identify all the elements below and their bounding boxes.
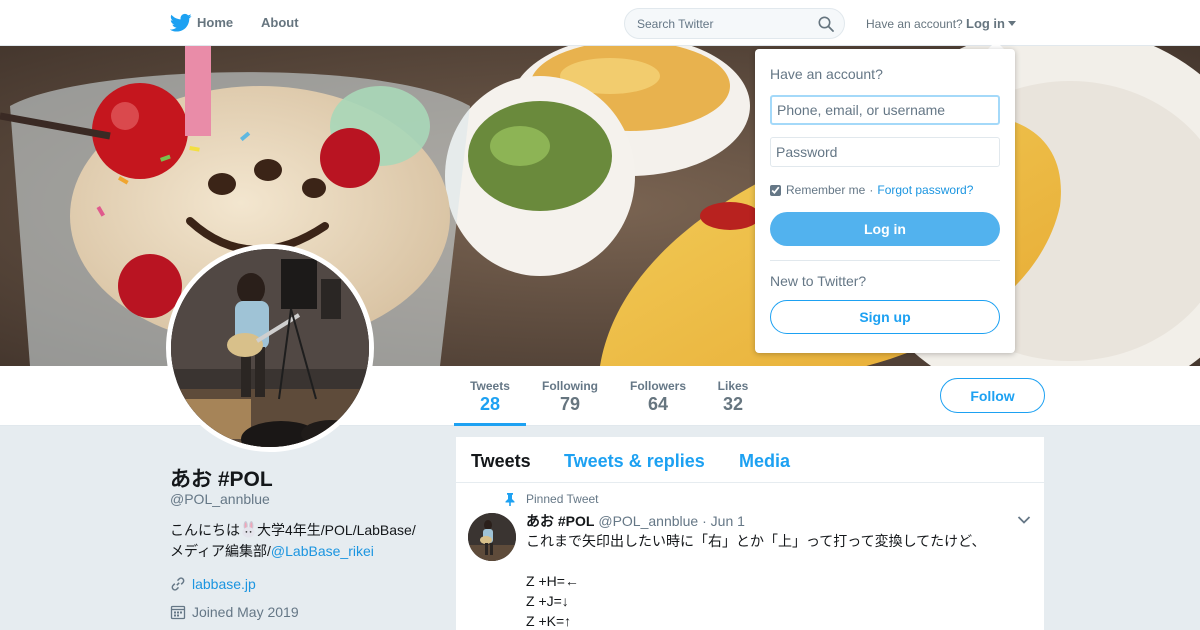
login-dropdown: Have an account? Remember me · Forgot pa… xyxy=(755,49,1015,353)
pinned-tweet-context: Pinned Tweet xyxy=(504,492,599,506)
pin-icon xyxy=(505,492,515,506)
tweet-text: これまで矢印出したい時に「右」とか「上」って打って変換してたけど、 Z +H=←… xyxy=(526,531,985,630)
stat-tweets[interactable]: Tweets 28 xyxy=(454,366,526,426)
stat-followers-count[interactable]: 64 xyxy=(626,394,690,415)
timeline-tabs: Tweets Tweets & replies Media xyxy=(456,437,1044,483)
profile-website-row: labbase.jp xyxy=(170,576,256,592)
tweet-header: あお #POL @POL_annblue · Jun 1 xyxy=(526,511,745,531)
new-to-twitter-text: New to Twitter? xyxy=(770,273,867,289)
tab-tweets-and-replies[interactable]: Tweets & replies xyxy=(564,451,705,472)
remember-me-row: Remember me · Forgot password? xyxy=(770,183,973,197)
remember-separator: · xyxy=(869,183,874,197)
login-dropdown-toggle[interactable]: Log in xyxy=(966,16,1016,31)
stat-followers[interactable]: Followers 64 xyxy=(626,366,690,426)
tweet-author-handle[interactable]: @POL_annblue xyxy=(598,513,698,529)
rabbit-emoji-icon xyxy=(242,521,255,538)
tweet-text-line: Z +H=← xyxy=(526,573,579,589)
search-box[interactable] xyxy=(624,8,845,39)
follow-button[interactable]: Follow xyxy=(940,378,1045,413)
login-button[interactable]: Log in xyxy=(770,212,1000,246)
remember-me-checkbox[interactable] xyxy=(770,184,781,196)
caret-down-icon[interactable] xyxy=(1008,21,1016,26)
bio-greeting: こんにちは xyxy=(170,522,240,538)
pinned-tweet-label: Pinned Tweet xyxy=(526,492,599,506)
profile-website-link[interactable]: labbase.jp xyxy=(192,576,256,592)
login-toggle-label[interactable]: Log in xyxy=(966,16,1005,31)
stat-likes[interactable]: Likes 32 xyxy=(710,366,756,426)
tweet-avatar-photo xyxy=(468,513,516,561)
search-icon[interactable] xyxy=(818,16,834,32)
active-tab-underline xyxy=(454,423,526,426)
dropdown-account-question: Have an account? xyxy=(770,66,883,82)
profile-avatar[interactable] xyxy=(166,244,374,452)
dropdown-arrow xyxy=(988,41,1004,49)
tweet-text-blank-line xyxy=(526,551,985,571)
forgot-password-link[interactable]: Forgot password? xyxy=(877,183,973,197)
tweet-text-line: Z +J=↓ xyxy=(526,593,569,609)
stat-likes-label[interactable]: Likes xyxy=(710,379,756,393)
tweet-separator: · xyxy=(702,513,707,529)
tab-media[interactable]: Media xyxy=(739,451,790,472)
stat-following-label[interactable]: Following xyxy=(538,379,602,393)
tweet-text-line: これまで矢印出したい時に「右」とか「上」って打って変換してたけど、 xyxy=(526,533,986,549)
stat-likes-count[interactable]: 32 xyxy=(710,394,756,415)
tab-tweets[interactable]: Tweets xyxy=(471,451,531,472)
nav-home-link[interactable]: Home xyxy=(197,15,233,30)
username-field[interactable] xyxy=(770,95,1000,125)
twitter-bird-icon[interactable] xyxy=(170,13,192,33)
profile-handle[interactable]: @POL_annblue xyxy=(170,491,270,507)
timeline-panel: Tweets Tweets & replies Media Pinned Twe… xyxy=(456,437,1044,630)
tweet-timestamp[interactable]: Jun 1 xyxy=(711,513,745,529)
link-icon xyxy=(171,577,185,591)
remember-me-label[interactable]: Remember me xyxy=(786,183,865,197)
top-navigation-bar: Home About Have an account? Log in xyxy=(0,0,1200,46)
dropdown-divider xyxy=(770,260,1000,261)
calendar-icon xyxy=(170,605,186,620)
search-input[interactable] xyxy=(637,15,807,33)
profile-name[interactable]: あお #POL xyxy=(170,463,273,493)
stat-tweets-label[interactable]: Tweets xyxy=(454,379,526,393)
nav-about-link[interactable]: About xyxy=(261,15,299,30)
tweet-author-name[interactable]: あお #POL xyxy=(526,513,594,529)
avatar-photo xyxy=(171,249,369,447)
tweet-author-avatar[interactable] xyxy=(468,513,516,561)
tweet-text-line: Z +K=↑ xyxy=(526,613,572,629)
stat-following-count[interactable]: 79 xyxy=(538,394,602,415)
stat-followers-label[interactable]: Followers xyxy=(626,379,690,393)
profile-bio: こんにちは 大学4年生/POL/LabBase/ メディア編集部/@LabBase… xyxy=(170,520,440,562)
profile-joined-date: Joined May 2019 xyxy=(192,604,299,620)
bio-line2: メディア編集部/ xyxy=(170,543,271,559)
profile-joined-row: Joined May 2019 xyxy=(170,604,299,620)
bio-line1-rest: 大学4年生/POL/LabBase/ xyxy=(257,522,416,538)
signup-button[interactable]: Sign up xyxy=(770,300,1000,334)
chevron-down-icon[interactable] xyxy=(1017,515,1031,525)
password-field[interactable] xyxy=(770,137,1000,167)
stat-following[interactable]: Following 79 xyxy=(538,366,602,426)
bio-mention-link[interactable]: @LabBase_rikei xyxy=(271,543,374,559)
stat-tweets-count[interactable]: 28 xyxy=(454,394,526,415)
account-question-text: Have an account? xyxy=(866,17,963,31)
